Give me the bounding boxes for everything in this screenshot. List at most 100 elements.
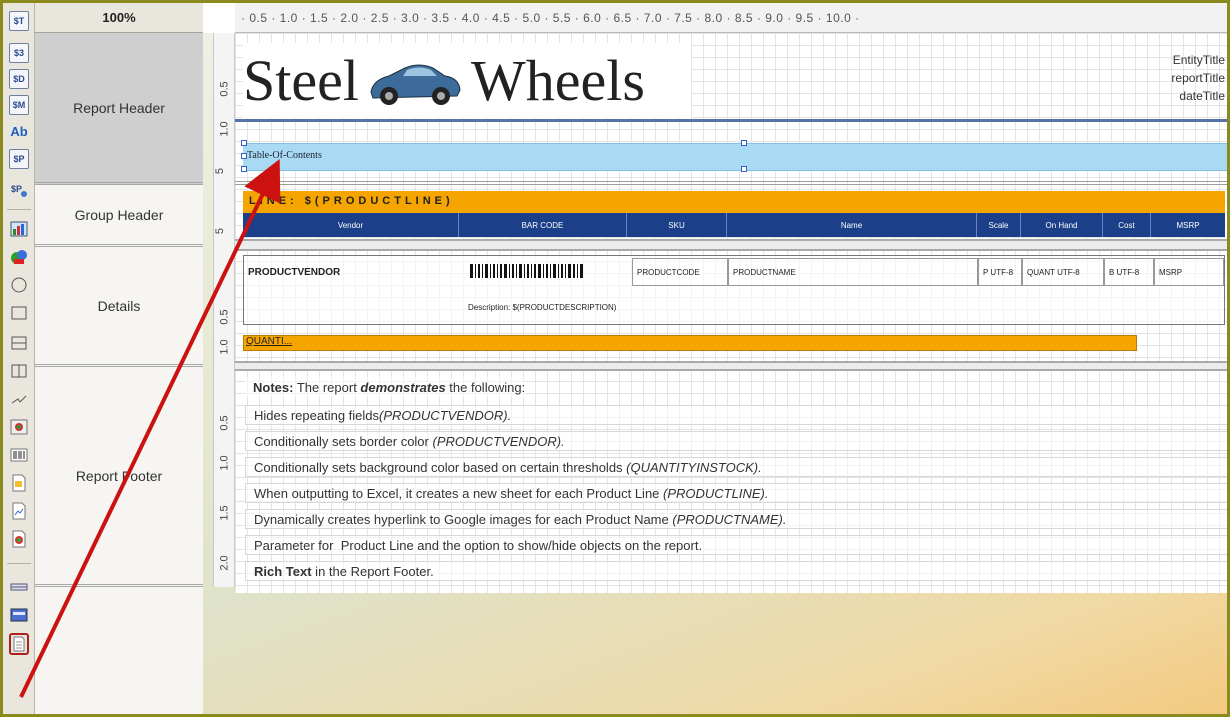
column-header-vendor[interactable]: Vendor bbox=[243, 213, 459, 237]
note-field: (PRODUCTVENDOR). bbox=[432, 433, 565, 449]
report-designer-window: $T $3 $D $M Ab $P $P 100% Report Header … bbox=[0, 0, 1230, 717]
chart-tool-icon[interactable] bbox=[9, 219, 29, 239]
barcode-field[interactable] bbox=[470, 264, 620, 278]
header-titles: EntityTitle reportTitle dateTitle bbox=[1171, 51, 1225, 105]
section-label: Report Header bbox=[73, 99, 165, 116]
rich-text-label: Rich Text bbox=[254, 563, 312, 579]
logo-text-right: Wheels bbox=[470, 48, 645, 113]
note-field: (PRODUCTLINE). bbox=[663, 485, 769, 501]
ruler-mark: 1.0 bbox=[218, 455, 231, 471]
cost-field[interactable]: B UTF-8 bbox=[1104, 258, 1154, 286]
note-line[interactable]: Rich Text in the Report Footer. bbox=[245, 561, 1227, 581]
ruler-mark: 5 bbox=[214, 167, 227, 175]
date-field-tool-icon[interactable]: $D bbox=[9, 69, 29, 89]
ruler-mark: 0.5 bbox=[218, 81, 231, 97]
entity-title-field[interactable]: EntityTitle bbox=[1171, 51, 1225, 69]
shapes-tool-icon[interactable] bbox=[9, 247, 29, 267]
section-label: Report Footer bbox=[75, 467, 163, 484]
description-field[interactable]: Description: $(PRODUCTDESCRIPTION) bbox=[464, 296, 984, 318]
vertical-ruler-footer: 0.5 1.0 1.5 2.0 bbox=[213, 367, 235, 587]
table-of-contents-tool-icon[interactable] bbox=[9, 633, 29, 655]
vendor-field[interactable]: PRODUCTVENDOR bbox=[244, 256, 460, 288]
note-line[interactable]: Hides repeating fields (PRODUCTVENDOR). bbox=[245, 405, 1227, 425]
date-title-field[interactable]: dateTitle bbox=[1171, 87, 1225, 105]
sub-chart-tool-icon[interactable] bbox=[9, 501, 29, 521]
barcode-tool-icon[interactable] bbox=[9, 445, 29, 465]
ruler-mark: 0.5 bbox=[218, 415, 231, 431]
section-label-column: 100% Report Header Group Header Details … bbox=[35, 3, 203, 714]
rectangle-tool-icon[interactable] bbox=[9, 303, 29, 323]
column-header-name[interactable]: Name bbox=[727, 213, 977, 237]
image-tool-icon[interactable] bbox=[9, 417, 29, 437]
draw-line-tool-icon[interactable] bbox=[9, 389, 29, 409]
note-line[interactable]: When outputting to Excel, it creates a n… bbox=[245, 483, 1227, 503]
resource-field-tool-icon[interactable]: $P bbox=[9, 179, 29, 199]
section-details[interactable]: Details bbox=[35, 247, 203, 367]
note-line[interactable]: Conditionally sets background color base… bbox=[245, 457, 1227, 477]
note-line[interactable]: Dynamically creates hyperlink to Google … bbox=[245, 509, 1227, 529]
notes-text: the following: bbox=[445, 379, 526, 395]
resize-handle[interactable] bbox=[741, 166, 747, 172]
horizontal-rule-tool-icon[interactable] bbox=[9, 577, 29, 597]
product-name-field[interactable]: PRODUCTNAME bbox=[728, 258, 978, 286]
label-tool-icon[interactable]: Ab bbox=[9, 121, 29, 141]
note-text: in the Report Footer. bbox=[311, 563, 434, 579]
notes-emphasis: demonstrates bbox=[360, 379, 446, 395]
parameter-field-tool-icon[interactable]: $P bbox=[9, 149, 29, 169]
report-title-field[interactable]: reportTitle bbox=[1171, 69, 1225, 87]
resize-handle[interactable] bbox=[241, 140, 247, 146]
note-text: Conditionally sets background color base… bbox=[254, 459, 627, 475]
note-text: When outputting to Excel, it creates a n… bbox=[254, 485, 664, 501]
table-of-contents-element[interactable]: Table-Of-Contents bbox=[243, 143, 1227, 171]
notes-intro[interactable]: Notes: The report demonstrates the follo… bbox=[245, 377, 526, 397]
column-header-sku[interactable]: SKU bbox=[627, 213, 727, 237]
section-report-header[interactable]: Report Header bbox=[35, 33, 203, 185]
banner-tool-icon[interactable] bbox=[9, 605, 29, 625]
ruler-mark: 1.0 bbox=[218, 121, 231, 137]
steel-wheels-logo[interactable]: Steel Wheels bbox=[243, 43, 691, 118]
section-report-footer[interactable]: Report Footer bbox=[35, 367, 203, 587]
vertical-line-tool-icon[interactable] bbox=[9, 361, 29, 381]
notes-text: The report bbox=[293, 379, 361, 395]
zoom-level[interactable]: 100% bbox=[35, 3, 203, 33]
quantity-in-stock-bar[interactable]: QUANTI... bbox=[243, 335, 1137, 351]
text-field-tool-icon[interactable]: $T bbox=[9, 11, 29, 31]
product-code-field[interactable]: PRODUCTCODE bbox=[632, 258, 728, 286]
section-group-header[interactable]: Group Header bbox=[35, 185, 203, 247]
ruler-mark: 0.5 bbox=[218, 309, 231, 325]
details-row-box[interactable]: PRODUCTVENDOR PRODUCTCODE PRODUCTNAME P … bbox=[243, 255, 1225, 325]
scale-field[interactable]: P UTF-8 bbox=[978, 258, 1022, 286]
note-field: (PRODUCTVENDOR). bbox=[379, 407, 512, 423]
quanti-label: QUANTI... bbox=[246, 336, 293, 347]
column-header-scale[interactable]: Scale bbox=[977, 213, 1021, 237]
vertical-ruler-group: 5 bbox=[213, 185, 235, 247]
quantity-field[interactable]: QUANT UTF-8 bbox=[1022, 258, 1104, 286]
note-text: Dynamically creates hyperlink to Google … bbox=[254, 511, 673, 527]
sub-report-tool-icon[interactable] bbox=[9, 473, 29, 493]
product-line-banner[interactable]: LINE: $(PRODUCTLINE) bbox=[243, 191, 1225, 213]
report-header-band[interactable]: Steel Wheels EntityTitle reportTitle dat… bbox=[235, 33, 1227, 185]
note-text: Conditionally sets border color bbox=[254, 433, 433, 449]
note-line[interactable]: Conditionally sets border color (PRODUCT… bbox=[245, 431, 1227, 451]
section-label: Group Header bbox=[74, 206, 164, 223]
column-header-on-hand[interactable]: On Hand bbox=[1021, 213, 1103, 237]
note-line[interactable]: Parameter for Product Line and the optio… bbox=[245, 535, 1227, 555]
report-page: Steel Wheels EntityTitle reportTitle dat… bbox=[235, 33, 1227, 593]
ruler-mark: 1.5 bbox=[218, 505, 231, 521]
ruler-mark: 1.0 bbox=[218, 339, 231, 355]
message-field-tool-icon[interactable]: $M bbox=[9, 95, 29, 115]
resize-handle[interactable] bbox=[741, 140, 747, 146]
image-field-tool-icon[interactable] bbox=[9, 529, 29, 549]
resize-handle[interactable] bbox=[241, 166, 247, 172]
resize-handle[interactable] bbox=[241, 153, 247, 159]
column-header-barcode[interactable]: BAR CODE bbox=[459, 213, 627, 237]
note-field: (QUANTITYINSTOCK). bbox=[626, 459, 762, 475]
ellipse-tool-icon[interactable] bbox=[9, 275, 29, 295]
column-header-msrp[interactable]: MSRP bbox=[1151, 213, 1225, 237]
svg-text:$P: $P bbox=[11, 184, 22, 194]
column-header-cost[interactable]: Cost bbox=[1103, 213, 1151, 237]
ruler-mark: 2.0 bbox=[218, 555, 231, 571]
horizontal-line-tool-icon[interactable] bbox=[9, 333, 29, 353]
number-field-tool-icon[interactable]: $3 bbox=[9, 43, 29, 63]
msrp-field[interactable]: MSRP bbox=[1154, 258, 1224, 286]
